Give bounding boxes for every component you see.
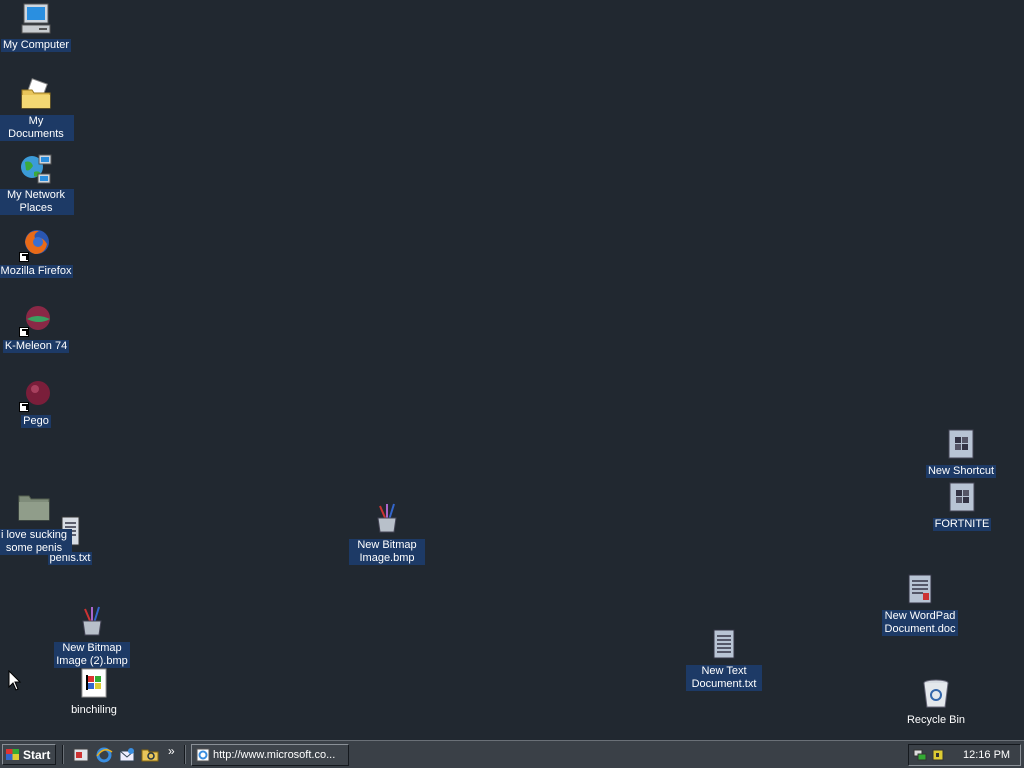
windows-explorer-icon[interactable] (141, 746, 159, 764)
folder-icon (17, 492, 51, 526)
icon-label: My Computer (0, 39, 72, 52)
paint-bitmap-icon (75, 605, 109, 639)
icon-label: binchiling (71, 704, 117, 716)
taskbar-divider (184, 745, 186, 764)
taskbar-divider (62, 745, 64, 764)
icon-label: My Documents (0, 115, 74, 141)
taskbar-window-button[interactable]: http://www.microsoft.co... (191, 744, 349, 766)
recycle-bin-icon (919, 677, 953, 711)
firefox-icon (19, 228, 53, 262)
volume-tray-icon[interactable] (931, 748, 945, 762)
start-button[interactable]: Start (2, 744, 56, 765)
system-tray: 12:16 PM (908, 744, 1021, 766)
text-document-icon (707, 628, 741, 662)
outlook-express-icon[interactable] (118, 746, 136, 764)
pego-shortcut-item[interactable]: Pego (0, 378, 74, 428)
mouse-cursor-icon (8, 670, 22, 691)
my-network-places-icon-item[interactable]: My Network Places (0, 152, 74, 215)
shortcut-arrow-icon (19, 402, 29, 412)
network-globe-icon (19, 152, 53, 186)
icon-label: Pego (21, 415, 51, 428)
icon-label: FORTNITE (932, 518, 992, 531)
bitmap-image-2-item[interactable]: New Bitmap Image (2).bmp (54, 605, 130, 668)
computer-icon (19, 2, 53, 36)
start-label: Start (23, 748, 51, 762)
wordpad-document-icon (903, 573, 937, 607)
windows-app-icon (945, 481, 979, 515)
icon-label: New Text Document.txt (686, 665, 762, 691)
windows-app-icon (944, 428, 978, 462)
ie-page-icon (196, 748, 210, 762)
binchiling-item[interactable]: binchiling (56, 667, 132, 717)
text-doc-item[interactable]: New Text Document.txt (686, 628, 762, 691)
desktop: My Computer My Documents My Network Plac… (0, 0, 1024, 740)
kmeleon-icon (19, 303, 53, 337)
recycle-bin-item[interactable]: Recycle Bin (898, 677, 974, 727)
wordpad-doc-item[interactable]: New WordPad Document.doc (882, 573, 958, 636)
clock[interactable]: 12:16 PM (963, 749, 1010, 761)
bitmap-image-item[interactable]: New Bitmap Image.bmp (349, 502, 425, 565)
pego-icon (19, 378, 53, 412)
quicklaunch-more-button[interactable]: » (168, 744, 175, 758)
icon-label: My Network Places (0, 189, 74, 215)
shortcut-arrow-icon (19, 252, 29, 262)
fortnite-item[interactable]: FORTNITE (924, 481, 1000, 531)
my-documents-icon-item[interactable]: My Documents (0, 78, 74, 141)
window-title: http://www.microsoft.co... (213, 749, 336, 761)
internet-explorer-icon[interactable] (95, 746, 113, 764)
kmeleon-shortcut-item[interactable]: K-Meleon 74 (0, 303, 74, 353)
firefox-shortcut-item[interactable]: Mozilla Firefox (0, 228, 74, 278)
icon-label: Recycle Bin (906, 714, 966, 726)
windows-flag-icon (6, 749, 19, 760)
network-tray-icon[interactable] (913, 748, 927, 762)
shortcut-arrow-icon (19, 327, 29, 337)
new-shortcut-item[interactable]: New Shortcut (923, 428, 999, 478)
icon-label: Mozilla Firefox (0, 265, 74, 278)
taskbar: Start » http://www.microsoft.co... 12:16… (0, 740, 1024, 768)
windows-app-icon (77, 667, 111, 701)
my-computer-icon-item[interactable]: My Computer (0, 2, 74, 52)
icon-label: New Shortcut (925, 465, 997, 478)
icon-label: New WordPad Document.doc (882, 610, 958, 636)
documents-folder-icon (19, 78, 53, 112)
folder-item[interactable]: i love sucking some penis (0, 492, 72, 555)
icon-label: New Bitmap Image.bmp (349, 539, 425, 565)
show-desktop-icon[interactable] (72, 746, 90, 764)
icon-label: i love sucking some penis (0, 529, 72, 555)
icon-label: K-Meleon 74 (2, 340, 70, 353)
icon-label: New Bitmap Image (2).bmp (54, 642, 130, 668)
paint-bitmap-icon (370, 502, 404, 536)
